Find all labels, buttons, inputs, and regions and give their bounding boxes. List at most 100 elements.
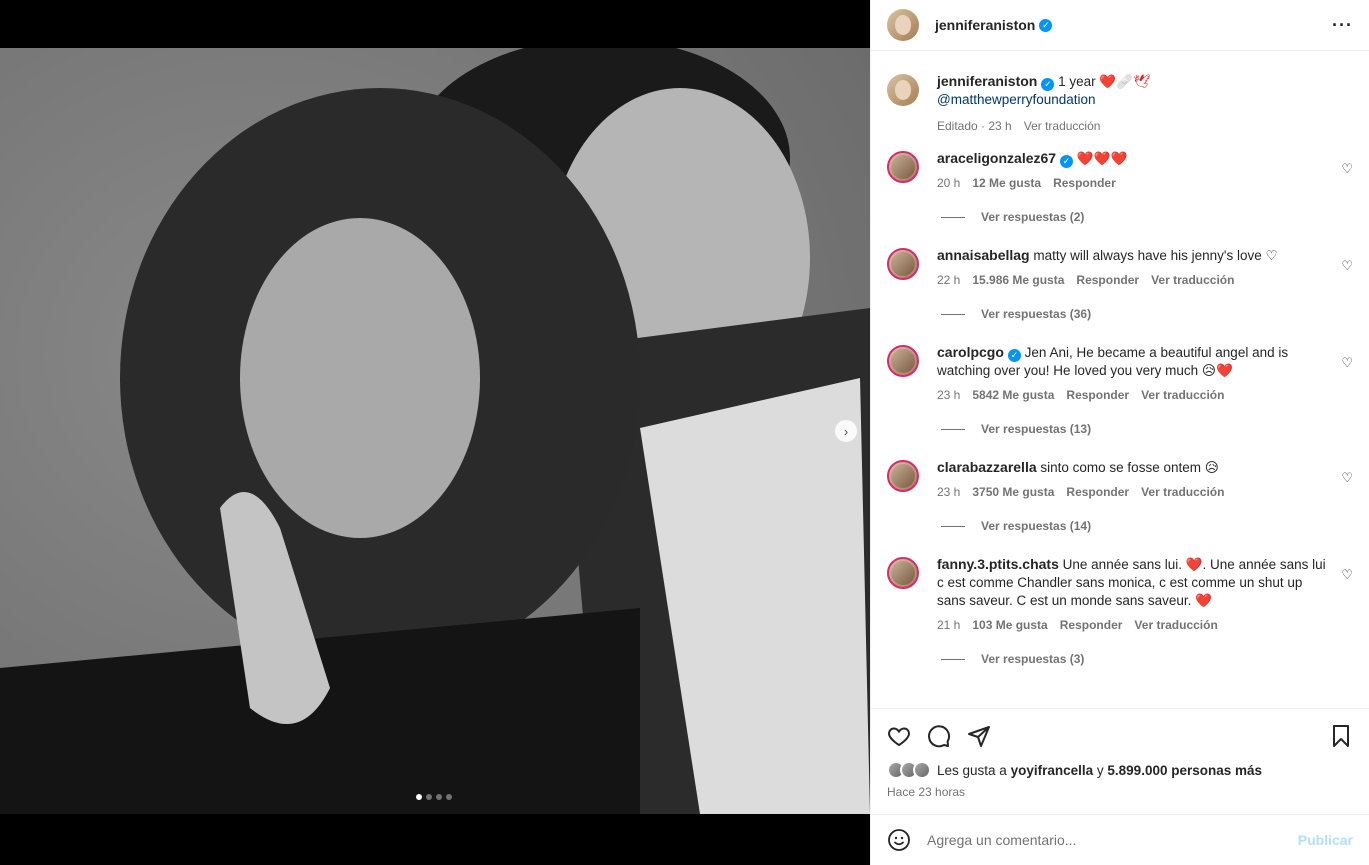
comment-time: 22 h: [937, 273, 961, 287]
reply-button[interactable]: Responder: [1066, 388, 1129, 402]
chevron-right-icon: ›: [843, 423, 849, 439]
comment-username[interactable]: clarabazzarella: [937, 459, 1037, 475]
post-photo[interactable]: [0, 48, 870, 814]
comment-text: ❤️❤️❤️: [1076, 151, 1128, 166]
add-comment-bar: Publicar: [871, 814, 1369, 865]
comment-time: 23 h: [937, 388, 961, 402]
caption: jenniferaniston ✓ 1 year ❤️🩹🕊 @matthewper…: [887, 52, 1353, 133]
commenter-avatar[interactable]: [887, 151, 919, 183]
reply-button[interactable]: Responder: [1066, 485, 1129, 499]
caption-username[interactable]: jenniferaniston: [937, 73, 1037, 89]
likes-summary[interactable]: Les gusta a yoyifrancella y 5.899.000 pe…: [887, 761, 1353, 779]
save-bookmark-icon[interactable]: [1329, 724, 1353, 748]
verified-icon: ✓: [1041, 77, 1055, 91]
comment-time: 21 h: [937, 618, 961, 632]
translate-link[interactable]: Ver traducción: [1134, 618, 1217, 632]
caption-translate-link[interactable]: Ver traducción: [1024, 119, 1101, 133]
comment-like-heart-icon[interactable]: ♡: [1341, 470, 1353, 486]
author-avatar[interactable]: [887, 9, 919, 41]
commenter-avatar[interactable]: [887, 460, 919, 492]
comment-likes[interactable]: 15.986 Me gusta: [972, 273, 1064, 287]
replies-divider: [941, 525, 965, 527]
verified-icon: ✓: [1060, 154, 1074, 168]
comment-time: 20 h: [937, 176, 961, 190]
comment-like-heart-icon[interactable]: ♡: [1341, 161, 1353, 177]
verified-icon: ✓: [1039, 18, 1053, 32]
comment-likes[interactable]: 5842 Me gusta: [972, 388, 1054, 402]
view-replies-label: Ver respuestas (13): [981, 422, 1092, 436]
view-replies-label: Ver respuestas (36): [981, 307, 1092, 321]
comment-likes[interactable]: 12 Me gusta: [972, 176, 1041, 190]
liker-avatars: [887, 761, 931, 779]
view-replies-button[interactable]: Ver respuestas (3): [941, 652, 1353, 666]
comment-username[interactable]: fanny.3.ptits.chats: [937, 556, 1059, 572]
comments-list[interactable]: jenniferaniston ✓ 1 year ❤️🩹🕊 @matthewper…: [871, 52, 1369, 708]
comment-text: matty will always have his jenny's love …: [1033, 248, 1278, 263]
media-area: ›: [0, 0, 870, 865]
author-avatar[interactable]: [887, 74, 919, 106]
replies-divider: [941, 216, 965, 218]
share-icon[interactable]: [967, 724, 991, 748]
view-replies-label: Ver respuestas (14): [981, 519, 1092, 533]
caption-mention[interactable]: @matthewperryfoundation: [937, 92, 1096, 107]
translate-link[interactable]: Ver traducción: [1151, 273, 1234, 287]
view-replies-button[interactable]: Ver respuestas (2): [941, 210, 1353, 224]
comment-username[interactable]: araceligonzalez67: [937, 150, 1056, 166]
comment: fanny.3.ptits.chats Une année sans lui. …: [887, 555, 1353, 666]
comment-likes[interactable]: 3750 Me gusta: [972, 485, 1054, 499]
edited-time: 23 h: [988, 119, 1012, 133]
comment-like-heart-icon[interactable]: ♡: [1341, 355, 1353, 371]
more-options-icon[interactable]: ···: [1332, 15, 1353, 36]
view-replies-button[interactable]: Ver respuestas (36): [941, 307, 1353, 321]
reply-button[interactable]: Responder: [1053, 176, 1116, 190]
reply-button[interactable]: Responder: [1076, 273, 1139, 287]
comment-like-heart-icon[interactable]: ♡: [1341, 567, 1353, 583]
likes-middle: y: [1096, 762, 1104, 778]
photo-illustration: [0, 48, 870, 814]
likes-user[interactable]: yoyifrancella: [1011, 763, 1094, 778]
like-heart-icon[interactable]: [887, 724, 911, 748]
caption-emojis: ❤️🩹🕊: [1099, 74, 1151, 89]
comment: annaisabellag matty will always have his…: [887, 246, 1353, 321]
carousel-dot: [446, 794, 452, 800]
comment: clarabazzarella sinto como se fosse onte…: [887, 458, 1353, 533]
comment-username[interactable]: carolpcgo: [937, 344, 1004, 360]
comment: araceligonzalez67 ✓ ❤️❤️❤️ 20 h 12 Me gus…: [887, 149, 1353, 224]
view-replies-label: Ver respuestas (2): [981, 210, 1085, 224]
post-time-ago: Hace 23 horas: [887, 785, 966, 799]
likes-count[interactable]: 5.899.000 personas más: [1107, 763, 1262, 778]
comment-likes[interactable]: 103 Me gusta: [972, 618, 1047, 632]
replies-divider: [941, 658, 965, 660]
comment-username[interactable]: annaisabellag: [937, 247, 1030, 263]
replies-divider: [941, 313, 965, 315]
carousel-dot: [426, 794, 432, 800]
replies-divider: [941, 428, 965, 430]
comment-time: 23 h: [937, 485, 961, 499]
publish-button[interactable]: Publicar: [1298, 832, 1353, 848]
edited-label: Editado: [937, 119, 978, 133]
post-actions: Les gusta a yoyifrancella y 5.899.000 pe…: [871, 708, 1369, 799]
verified-icon: ✓: [1007, 348, 1021, 362]
author-username[interactable]: jenniferaniston: [935, 17, 1035, 33]
translate-link[interactable]: Ver traducción: [1141, 388, 1224, 402]
comment-icon[interactable]: [927, 724, 951, 748]
next-slide-button[interactable]: ›: [835, 420, 857, 442]
view-replies-button[interactable]: Ver respuestas (14): [941, 519, 1353, 533]
post-panel: jenniferaniston ✓ ··· jenniferaniston ✓ 1…: [870, 0, 1369, 865]
reply-button[interactable]: Responder: [1060, 618, 1123, 632]
view-replies-label: Ver respuestas (3): [981, 652, 1085, 666]
carousel-dot: [436, 794, 442, 800]
post-header: jenniferaniston ✓ ···: [871, 0, 1369, 51]
comment-like-heart-icon[interactable]: ♡: [1341, 258, 1353, 274]
carousel-dot-active: [416, 794, 422, 800]
comment: carolpcgo ✓ Jen Ani, He became a beautifu…: [887, 343, 1353, 436]
emoji-icon[interactable]: [887, 828, 911, 852]
commenter-avatar[interactable]: [887, 557, 919, 589]
commenter-avatar[interactable]: [887, 345, 919, 377]
comment-input[interactable]: [927, 832, 1298, 848]
translate-link[interactable]: Ver traducción: [1141, 485, 1224, 499]
caption-text: 1 year: [1058, 74, 1096, 89]
view-replies-button[interactable]: Ver respuestas (13): [941, 422, 1353, 436]
comment-text: sinto como se fosse ontem 😥: [1040, 460, 1219, 475]
commenter-avatar[interactable]: [887, 248, 919, 280]
